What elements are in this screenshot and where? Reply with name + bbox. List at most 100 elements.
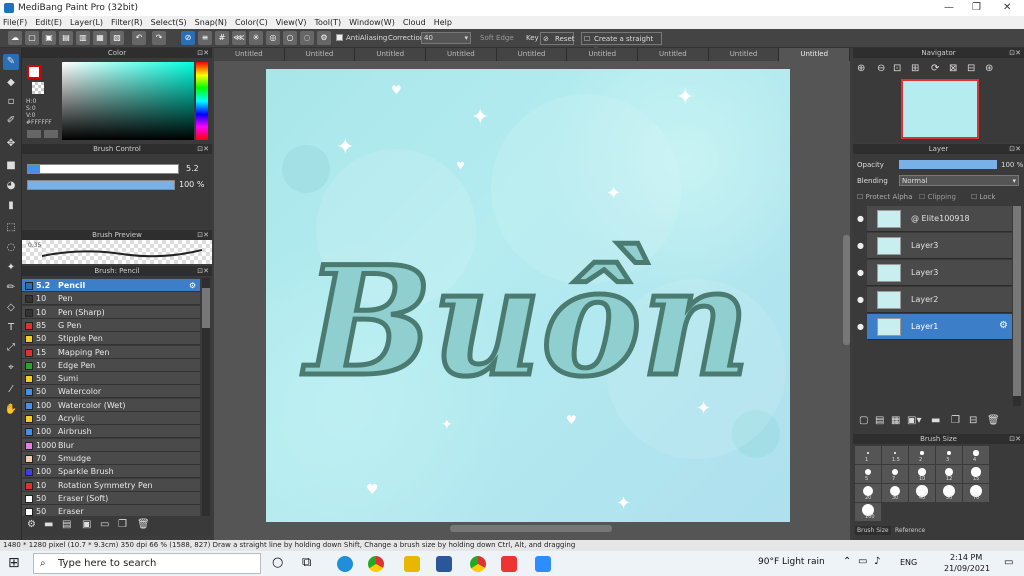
gradation-tool-icon[interactable]: ▮ [3, 198, 19, 214]
menu-filter[interactable]: Filter(R) [111, 16, 143, 29]
brush-item[interactable]: 5.2 Pencil ⚙ [22, 279, 200, 292]
visibility-icon[interactable]: ● [857, 268, 864, 277]
tray-chevron-icon[interactable]: ⌃ [843, 556, 851, 567]
perspective-snap-icon[interactable]: ⋘ [232, 31, 246, 45]
gear-icon[interactable]: ⚙ [189, 279, 196, 292]
blending-dropdown[interactable]: Normal ▾ [899, 175, 1019, 186]
brush-item[interactable]: 10 Rotation Symmetry Pen [22, 478, 200, 492]
brush-list-scrollbar[interactable] [202, 278, 210, 516]
menu-help[interactable]: Help [434, 16, 452, 29]
add-brush-icon[interactable]: ⚙ [27, 519, 36, 530]
brush-size-cell[interactable]: 50 [936, 484, 962, 502]
lock-checkbox[interactable]: ☐ Lock [971, 193, 995, 201]
tab-untitled[interactable]: Untitled [567, 48, 639, 61]
brush-item[interactable]: 10 Edge Pen [22, 358, 200, 372]
clock-date[interactable]: 21/09/2021 [944, 564, 990, 573]
add-material-icon[interactable]: ▤ [62, 519, 71, 530]
brush-item[interactable]: 85 G Pen [22, 318, 200, 332]
parallel-snap-icon[interactable]: ≡ [198, 31, 212, 45]
image-icon[interactable]: ▦ [93, 31, 107, 45]
actual-size-icon[interactable]: ⊞ [911, 63, 919, 74]
brush-size-cell[interactable]: 7 [882, 465, 908, 483]
transparent-swatch[interactable] [32, 82, 44, 94]
fit-icon[interactable]: ⊡ [893, 63, 901, 74]
network-icon[interactable]: ▭ [858, 556, 867, 567]
delete-brush-icon[interactable]: 🗑 [137, 519, 150, 530]
panel-close-icon[interactable]: ⊡✕ [1009, 48, 1021, 58]
brush-size-tab[interactable]: Brush Size [855, 526, 891, 535]
tab-untitled-active[interactable]: Untitled [779, 48, 851, 61]
copy-brush-icon[interactable]: ❐ [118, 519, 127, 530]
menu-edit[interactable]: Edit(E) [35, 16, 62, 29]
eraser-tool-icon[interactable]: ◆ [3, 75, 19, 91]
layer-row[interactable]: ● Layer1 ⚙ [857, 314, 1012, 340]
merge-layer-icon[interactable]: ⊟ [969, 415, 977, 426]
panel-close-icon[interactable]: ⊡✕ [1009, 434, 1021, 444]
panel-close-icon[interactable]: ⊡✕ [197, 48, 209, 58]
brush-size-cell[interactable]: 20 [855, 484, 881, 502]
brush-item[interactable]: 10 Pen (Sharp) [22, 305, 200, 319]
redo-icon[interactable]: ↷ [152, 31, 166, 45]
visibility-icon[interactable]: ● [857, 214, 864, 223]
brush-item[interactable]: 50 Stipple Pen [22, 332, 200, 346]
brush-item[interactable]: 10 Pen [22, 292, 200, 306]
primary-color-swatch[interactable] [27, 65, 41, 79]
brush-size-slider[interactable] [27, 164, 179, 174]
gear-icon[interactable]: ⚙ [999, 320, 1008, 331]
brush-opacity-slider[interactable] [27, 180, 175, 190]
lasso-tool-icon[interactable]: ◌ [3, 240, 19, 256]
new-8bit-layer-icon[interactable]: ▦ [891, 415, 900, 426]
add-layer-dropdown-icon[interactable]: ▣▾ [907, 415, 921, 426]
layer-scrollbar[interactable] [1013, 206, 1021, 406]
chrome-icon[interactable] [368, 556, 384, 572]
lock-view-icon[interactable]: ⊛ [985, 63, 993, 74]
widgets-icon[interactable]: ⧉ [302, 555, 311, 570]
divide-tool-icon[interactable]: ⤢ [3, 340, 19, 356]
layer-row[interactable]: ● @ Elite100918 [857, 206, 1012, 232]
correction-dropdown[interactable]: 40 ▾ [421, 32, 471, 44]
magic-wand-icon[interactable]: ✦ [3, 260, 19, 276]
menu-layer[interactable]: Layer(L) [70, 16, 103, 29]
brush-size-cell[interactable]: 1 [855, 446, 881, 464]
file-explorer-icon[interactable] [404, 556, 420, 572]
create-straight-line-button[interactable]: ☐Create a straight line [581, 32, 662, 55]
brush-item[interactable]: 50 Sumi [22, 372, 200, 386]
zoom-in-icon[interactable]: ⊕ [857, 63, 865, 74]
brush-item[interactable]: 100 Watercolor (Wet) [22, 398, 200, 412]
visibility-icon[interactable]: ● [857, 241, 864, 250]
flip-icon[interactable]: ⊠ [949, 63, 957, 74]
snap-off-icon[interactable]: ⊘ [181, 31, 195, 45]
add-color-icon[interactable] [27, 130, 41, 138]
panel-close-icon[interactable]: ⊡✕ [197, 144, 209, 154]
brush-size-cell[interactable]: 12 [936, 465, 962, 483]
save-icon[interactable]: ▣ [42, 31, 56, 45]
menu-snap[interactable]: Snap(N) [195, 16, 227, 29]
panel-close-icon[interactable]: ⊡✕ [197, 266, 209, 276]
protect-alpha-checkbox[interactable]: ☐ Protect Alpha [857, 193, 912, 201]
vertical-scrollbar[interactable] [843, 235, 850, 345]
chat-icon[interactable]: ▥ [76, 31, 90, 45]
brush-size-cell[interactable]: 10 [909, 465, 935, 483]
clock-time[interactable]: 2:14 PM [950, 553, 982, 562]
navigator-thumbnail[interactable] [901, 79, 979, 139]
pen-tool-icon[interactable]: ✐ [3, 113, 19, 129]
menu-window[interactable]: Window(W) [349, 16, 395, 29]
undo-icon[interactable]: ↶ [132, 31, 146, 45]
brush-size-cell[interactable]: 2 [909, 446, 935, 464]
edge-browser-icon[interactable] [337, 556, 353, 572]
windows-start-icon[interactable]: ⊞ [8, 555, 20, 571]
menu-view[interactable]: View(V) [276, 16, 307, 29]
brush-size-cell[interactable]: 15 [963, 465, 989, 483]
operation-tool-icon[interactable]: ⌖ [3, 360, 19, 376]
duplicate-brush-icon[interactable]: ▣ [82, 519, 91, 530]
tab-untitled[interactable]: Untitled [426, 48, 497, 61]
horizontal-scrollbar[interactable] [450, 525, 612, 532]
brush-size-cell[interactable]: 30 [882, 484, 908, 502]
cloud-icon[interactable]: ☁ [8, 31, 22, 45]
tab-untitled[interactable]: Untitled [355, 48, 427, 61]
ellipse-snap-icon[interactable]: ◌ [300, 31, 314, 45]
pages-icon[interactable]: ▧ [110, 31, 124, 45]
comment-icon[interactable]: ▤ [59, 31, 73, 45]
radial-snap-icon[interactable]: ✳ [249, 31, 263, 45]
menu-tool[interactable]: Tool(T) [314, 16, 341, 29]
